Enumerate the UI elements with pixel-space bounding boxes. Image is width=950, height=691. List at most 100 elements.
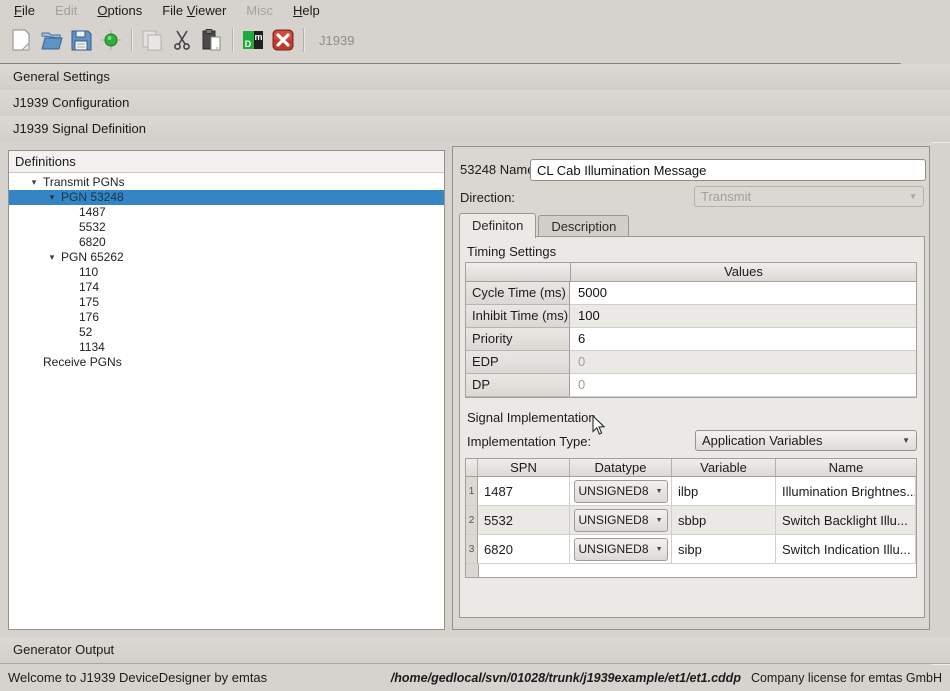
datatype-dropdown[interactable]: UNSIGNED8▼ [574,480,668,503]
expander-icon[interactable]: ▾ [43,250,61,265]
editor-tabs: DefinitonDescription [459,213,631,237]
accordion-label: J1939 Configuration [13,95,129,110]
tree-item-110[interactable]: 110 [9,265,444,280]
variable-cell[interactable]: sibp [672,535,776,564]
tree-item-175[interactable]: 175 [9,295,444,310]
timing-row-label: Priority [466,328,570,351]
row-number: 2 [466,506,478,535]
cut-button[interactable] [167,25,197,55]
timing-row-priority: Priority6 [466,328,916,351]
tree-item-5532[interactable]: 5532 [9,220,444,235]
copy-icon [140,28,164,52]
timing-value-cell[interactable]: 100 [570,305,916,328]
expander-icon[interactable]: ▾ [25,175,43,190]
direction-label: Direction: [460,190,515,205]
tree-item-176[interactable]: 176 [9,310,444,325]
generate-button[interactable] [96,25,126,55]
implementation-type-dropdown[interactable]: Application Variables ▼ [695,430,917,451]
new-file-button[interactable] [6,25,36,55]
datatype-dropdown[interactable]: UNSIGNED8▼ [574,509,668,532]
accordion-j1939-configuration[interactable]: J1939 Configuration [0,90,950,116]
timing-value-cell[interactable]: 6 [570,328,916,351]
definitions-panel: Definitions ▾Transmit PGNs▾PGN 532481487… [8,150,445,630]
timing-row-label: Cycle Time (ms) [466,282,570,305]
pgn-editor-panel: 53248 Name: Direction: Transmit ▼ Defini… [452,146,930,630]
tree-item-label: 52 [79,325,92,340]
accordion-generator-output[interactable]: Generator Output [0,637,950,663]
menu-file-viewer[interactable]: File Viewer [152,1,236,20]
timing-row-dp: DP0 [466,374,916,397]
open-file-button[interactable] [36,25,66,55]
timing-row-edp: EDP0 [466,351,916,374]
accordion-label: J1939 Signal Definition [13,121,146,136]
chevron-down-icon: ▼ [656,517,663,524]
tree-item-label: 175 [79,295,99,310]
implementation-type-label: Implementation Type: [467,434,591,449]
spn-cell[interactable]: 6820 [478,535,570,564]
accordion-j1939-signal-definition[interactable]: J1939 Signal Definition [0,116,950,142]
tree-item-pgn-53248[interactable]: ▾PGN 53248 [9,190,444,205]
svg-text:m: m [254,32,262,42]
tree-item-pgn-65262[interactable]: ▾PGN 65262 [9,250,444,265]
devicedesigner-logo-icon: Dm [241,28,265,52]
menu-options[interactable]: Options [87,1,152,20]
spn-cell[interactable]: 1487 [478,477,570,506]
status-license-text: Company license for emtas GmbH [751,671,942,685]
close-icon [271,28,295,52]
signal-implementation-label: Signal Implementation [467,410,596,425]
timing-value-cell[interactable]: 5000 [570,282,916,305]
copy-button [137,25,167,55]
toolbar-separator [303,28,304,52]
menu-file[interactable]: File [4,1,45,20]
message-name-input[interactable] [530,159,926,181]
save-button[interactable] [66,25,96,55]
toolbar-context-label: J1939 [319,33,354,48]
spn-cell[interactable]: 5532 [478,506,570,535]
signal-row-5532: 25532UNSIGNED8▼sbbpSwitch Backlight Illu… [466,506,916,535]
menu-edit: Edit [45,1,87,20]
expander-icon[interactable]: ▾ [43,190,61,205]
datatype-value: UNSIGNED8 [579,484,656,498]
menu-help[interactable]: Help [283,1,330,20]
devicedesigner-logo-button[interactable]: Dm [238,25,268,55]
datatype-dropdown[interactable]: UNSIGNED8▼ [574,538,668,561]
timing-settings-table: Values Cycle Time (ms)5000Inhibit Time (… [465,262,917,398]
tree-item-transmit-pgns[interactable]: ▾Transmit PGNs [9,175,444,190]
toolbar-separator [232,28,233,52]
tree-item-receive-pgns[interactable]: Receive PGNs [9,355,444,370]
tab-description[interactable]: Description [538,215,629,237]
datatype-value: UNSIGNED8 [579,513,656,527]
definitions-column-header[interactable]: Definitions [9,151,444,173]
open-file-icon [39,28,63,52]
tree-item-6820[interactable]: 6820 [9,235,444,250]
tree-item-label: 176 [79,310,99,325]
variable-cell[interactable]: sbbp [672,506,776,535]
name-label: 53248 Name: [460,162,538,177]
timing-row-cycle-time-ms: Cycle Time (ms)5000 [466,282,916,305]
accordion-general-settings[interactable]: General Settings [0,64,950,90]
tree-item-label: 110 [79,265,98,280]
svg-text:D: D [245,39,252,49]
name-cell[interactable]: Switch Backlight Illu... [776,506,916,535]
chevron-down-icon: ▼ [902,436,910,445]
tree-item-174[interactable]: 174 [9,280,444,295]
variable-cell[interactable]: ilbp [672,477,776,506]
tree-item-label: 1487 [79,205,106,220]
paste-button[interactable] [197,25,227,55]
signals-table-body: 11487UNSIGNED8▼ilbpIllumination Brightne… [466,477,916,564]
name-cell[interactable]: Illumination Brightnes... [776,477,916,506]
signals-header-corner [466,459,478,476]
tree-item-52[interactable]: 52 [9,325,444,340]
definitions-tree: ▾Transmit PGNs▾PGN 53248148755326820▾PGN… [9,173,444,370]
tab-definiton[interactable]: Definiton [459,213,536,238]
chevron-down-icon: ▼ [656,546,663,553]
tree-item-1487[interactable]: 1487 [9,205,444,220]
implementation-type-value: Application Variables [702,433,898,448]
status-right-group: /home/gedlocal/svn/01028/trunk/j1939exam… [391,671,942,685]
tree-item-1134[interactable]: 1134 [9,340,444,355]
name-cell[interactable]: Switch Indication Illu... [776,535,916,564]
row-number: 3 [466,535,478,564]
close-button[interactable] [268,25,298,55]
tree-item-label: 1134 [79,340,105,355]
timing-row-label: EDP [466,351,570,374]
